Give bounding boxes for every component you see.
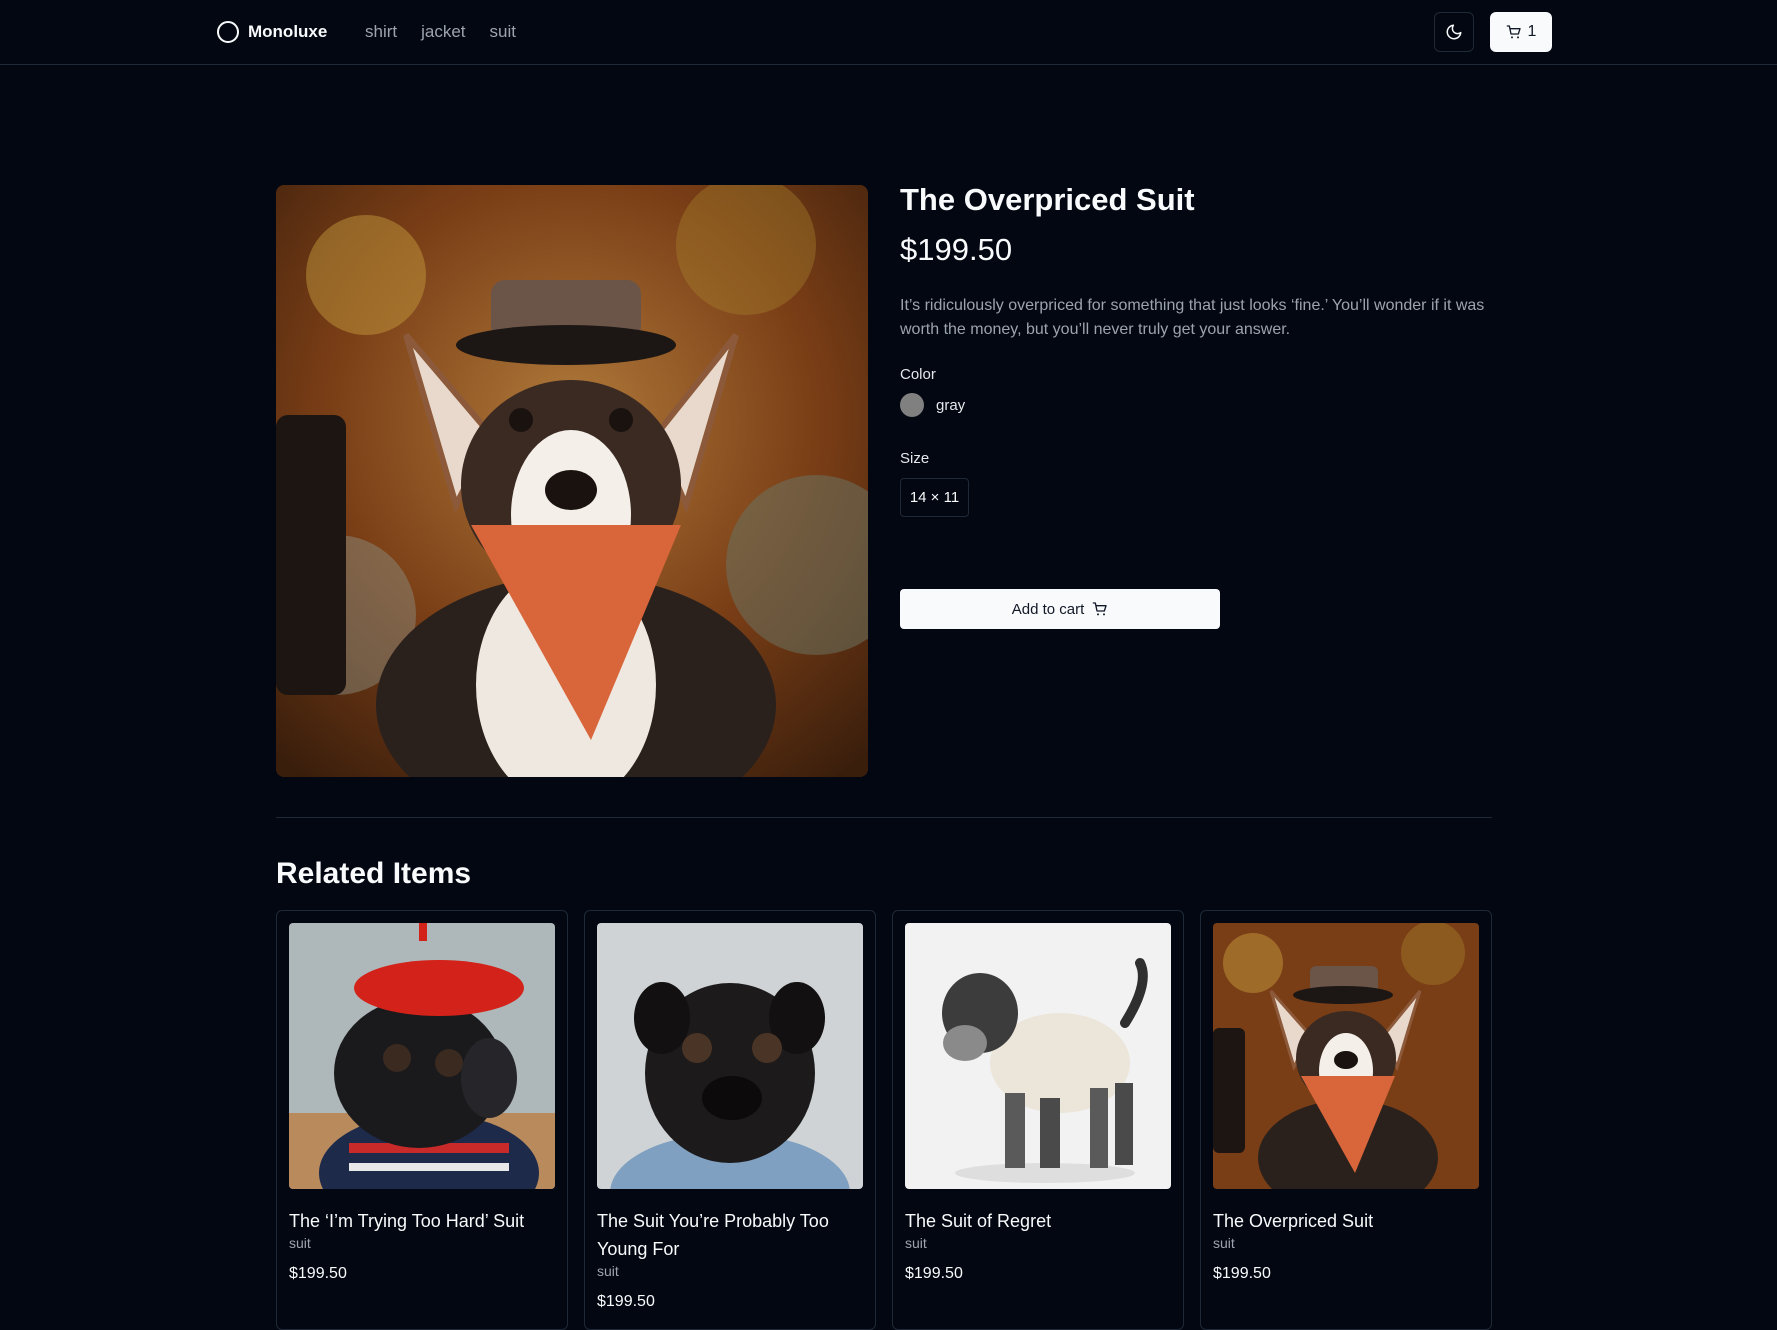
product-card-name: The ‘I’m Trying Too Hard’ Suit — [289, 1211, 525, 1231]
add-to-cart-label: Add to cart — [1011, 600, 1085, 618]
site-header: Monoluxe shirt jacket suit 1 — [0, 0, 1777, 65]
color-option-label: gray — [936, 396, 966, 414]
related-items-heading: Related Items — [276, 857, 472, 890]
brand-logo-link[interactable]: Monoluxe — [216, 20, 327, 44]
product-thumbnail — [597, 923, 863, 1189]
product-card[interactable]: The ‘I’m Trying Too Hard’ Suit suit $199… — [276, 910, 568, 1330]
product-title: The Overpriced Suit — [900, 182, 1195, 217]
product-card-category: suit — [905, 1235, 927, 1251]
product-card-name: The Overpriced Suit — [1213, 1211, 1374, 1231]
product-image — [276, 185, 868, 777]
product-description: It’s ridiculously overpriced for somethi… — [900, 297, 1485, 338]
related-items-grid: The ‘I’m Trying Too Hard’ Suit suit $199… — [276, 910, 1492, 1330]
nav-link-shirt[interactable]: shirt — [365, 22, 397, 42]
product-card-category: suit — [597, 1263, 619, 1279]
brand-name: Monoluxe — [248, 22, 328, 41]
color-label: Color — [900, 366, 936, 383]
product-card-name: The Suit of Regret — [905, 1211, 1052, 1231]
product-card-name: The Suit You’re Probably Too Young For — [597, 1211, 829, 1259]
product-card-price: $199.50 — [1213, 1265, 1271, 1282]
add-to-cart-button[interactable]: Add to cart — [900, 589, 1220, 629]
product-card-price: $199.50 — [289, 1265, 347, 1282]
section-divider — [276, 817, 1492, 818]
product-price: $199.50 — [900, 232, 1013, 267]
product-card[interactable]: The Overpriced Suit suit $199.50 — [1200, 910, 1492, 1330]
cart-button[interactable]: 1 — [1490, 12, 1552, 52]
product-thumbnail — [905, 923, 1171, 1189]
product-thumbnail — [289, 923, 555, 1189]
nav-link-suit[interactable]: suit — [490, 22, 516, 42]
moon-icon — [1446, 24, 1462, 40]
size-option[interactable]: 14 × 11 — [900, 478, 969, 517]
product-card-category: suit — [289, 1235, 311, 1251]
product-thumbnail — [1213, 923, 1479, 1189]
product-card-price: $199.50 — [597, 1293, 655, 1310]
hexagon-logo-icon — [217, 21, 239, 43]
color-swatch-dot — [900, 393, 924, 417]
cart-icon — [1506, 25, 1521, 39]
product-card[interactable]: The Suit You’re Probably Too Young For s… — [584, 910, 876, 1330]
color-option-gray[interactable]: gray — [900, 393, 965, 417]
product-card-price: $199.50 — [905, 1265, 963, 1282]
cart-count: 1 — [1527, 23, 1537, 40]
nav-link-jacket[interactable]: jacket — [421, 22, 465, 42]
theme-toggle-button[interactable] — [1434, 12, 1474, 52]
main-nav: shirt jacket suit — [365, 20, 516, 44]
product-card-category: suit — [1213, 1235, 1235, 1251]
product-card[interactable]: The Suit of Regret suit $199.50 — [892, 910, 1184, 1330]
cart-icon — [1092, 602, 1107, 616]
size-label: Size — [900, 450, 930, 467]
